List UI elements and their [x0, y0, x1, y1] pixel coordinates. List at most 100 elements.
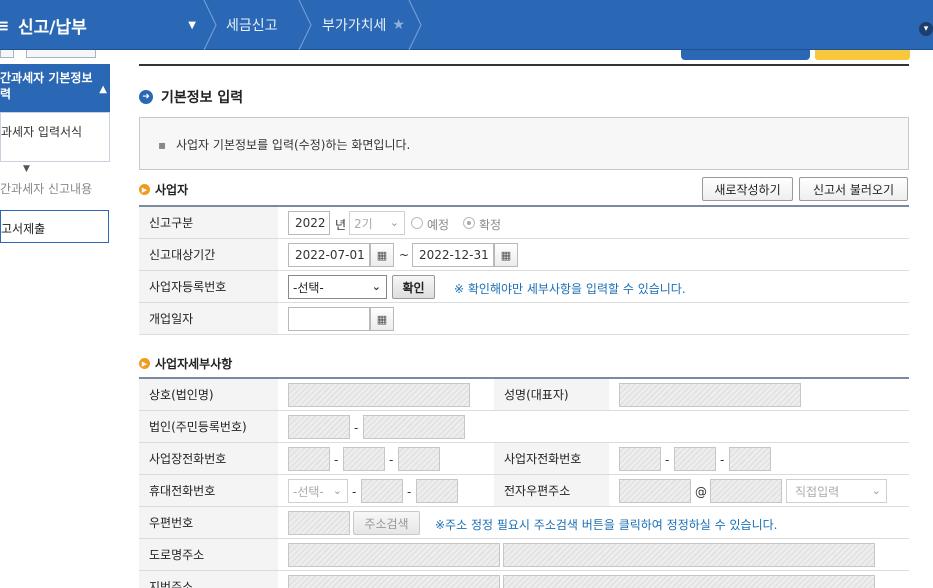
owner-phone-input-3[interactable]: [729, 447, 771, 471]
lot-address-input-1[interactable]: [288, 575, 500, 588]
corp-number-input-2[interactable]: [363, 415, 465, 439]
dash: -: [334, 453, 339, 467]
owner-phone-label: 사업자전화번호: [494, 443, 609, 474]
company-name-input[interactable]: [288, 383, 470, 407]
open-date-label: 개업일자: [139, 303, 278, 334]
biz-phone-input-2[interactable]: [343, 447, 385, 471]
table-row: 휴대전화번호 -선택- ⌄ - - 전자우편주소 @ 직접입력 ⌄: [139, 475, 909, 507]
sidebar-item-basic-info[interactable]: 간과세자 기본정보 력 ▲: [0, 64, 110, 112]
chevron-down-circle-icon[interactable]: ▾: [919, 22, 933, 36]
year-suffix: 년: [335, 218, 347, 232]
details-section-title: ▶ 사업자세부사항: [139, 355, 232, 372]
radio-planned-label: 예정: [427, 218, 450, 232]
dash: -: [407, 485, 412, 499]
breadcrumb-separator-icon: [298, 0, 312, 51]
favorite-star-icon[interactable]: ★: [392, 17, 405, 33]
sidebar-item-submit[interactable]: 고서제출: [0, 210, 109, 243]
load-report-button-label: 신고서 불러오기: [812, 182, 895, 197]
period-select[interactable]: 2기 ⌄: [349, 211, 405, 235]
mobile-input-3[interactable]: [416, 479, 458, 503]
table-row: 사업자등록번호 -선택- ⌄ 확인 ※ 확인해야만 세부사항을 입력할 수 있습…: [139, 271, 909, 303]
lot-address-input-2[interactable]: [503, 575, 875, 588]
details-section-title-text: 사업자세부사항: [155, 357, 233, 371]
mobile-input-2[interactable]: [361, 479, 403, 503]
load-report-button[interactable]: 신고서 불러오기: [799, 177, 908, 201]
email-label: 전자우편주소: [494, 475, 609, 506]
sidebar-item-basic-info-label: 간과세자 기본정보: [0, 71, 93, 85]
table-row: 신고대상기간 2022-07-01 ▦ ~ 2022-12-31 ▦: [139, 239, 909, 271]
open-date-input[interactable]: [288, 307, 370, 331]
breadcrumb-vat[interactable]: 부가가치세 ★: [322, 0, 405, 50]
top-action-button-blue[interactable]: [681, 50, 810, 60]
left-sidebar: 간과세자 기본정보 력 ▲ 과세자 입력서식 ▼ 간과세자 신고내용 고서제출: [0, 50, 110, 588]
radio-planned[interactable]: [411, 217, 423, 229]
owner-phone-input-1[interactable]: [619, 447, 661, 471]
details-table: 상호(법인명) 성명(대표자) 법인(주민등록번호) - 사업장전화번호 - -…: [139, 377, 909, 588]
period-start-input[interactable]: 2022-07-01: [288, 243, 370, 267]
email-local-input[interactable]: [619, 479, 691, 503]
email-domain-select-value: 직접입력: [795, 484, 840, 499]
biz-phone-input-1[interactable]: [288, 447, 330, 471]
table-row: 개업일자 ▦: [139, 303, 909, 335]
calendar-icon[interactable]: ▦: [370, 243, 394, 267]
corp-number-label: 법인(주민등록번호): [139, 411, 278, 442]
company-name-label: 상호(법인명): [139, 379, 278, 410]
road-address-input-2[interactable]: [503, 543, 875, 567]
email-at: @: [695, 485, 707, 499]
reg-number-select[interactable]: -선택- ⌄: [288, 275, 387, 299]
rep-name-input[interactable]: [619, 383, 801, 407]
arrow-down-icon: ▼: [23, 164, 30, 174]
rep-name-label: 성명(대표자): [494, 379, 609, 410]
mobile-prefix-select[interactable]: -선택- ⌄: [288, 479, 348, 503]
sidebar-tab-stub[interactable]: [0, 50, 14, 58]
calendar-icon[interactable]: ▦: [370, 307, 394, 331]
lot-address-label: 지번주소: [139, 571, 278, 588]
orange-arrow-icon: ▶: [139, 358, 150, 369]
hamburger-icon[interactable]: ≡: [0, 16, 10, 35]
table-row: 사업장전화번호 - - 사업자전화번호 - -: [139, 443, 909, 475]
reg-number-note: ※ 확인해야만 세부사항을 입력할 수 있습니다.: [454, 282, 686, 296]
info-box: ▪ 사업자 기본정보를 입력(수정)하는 화면입니다.: [139, 117, 909, 170]
breadcrumb-vat-label: 부가가치세: [322, 18, 387, 34]
sidebar-item-submit-label: 고서제출: [1, 222, 46, 236]
orange-arrow-icon: ▶: [139, 184, 150, 195]
period-select-value: 2기: [354, 216, 373, 231]
caret-down-icon[interactable]: ▼: [188, 20, 196, 31]
sidebar-tab-stub[interactable]: [26, 50, 96, 58]
email-domain-select[interactable]: 직접입력 ⌄: [786, 479, 887, 503]
new-write-button[interactable]: 새로작성하기: [702, 177, 793, 201]
arrow-right-circle-icon: ➜: [139, 90, 153, 104]
year-input[interactable]: 2022: [288, 211, 330, 235]
owner-phone-input-2[interactable]: [674, 447, 716, 471]
reg-number-label: 사업자등록번호: [139, 271, 278, 302]
confirm-button[interactable]: 확인: [392, 275, 435, 299]
sidebar-subitem-input-form[interactable]: 과세자 입력서식: [0, 112, 110, 162]
corp-number-input-1[interactable]: [288, 415, 350, 439]
table-row: 상호(법인명) 성명(대표자): [139, 379, 909, 411]
chevron-down-icon: ⌄: [371, 280, 381, 293]
email-domain-input[interactable]: [710, 479, 782, 503]
chevron-up-icon[interactable]: ▲: [99, 82, 107, 98]
zip-input[interactable]: [288, 511, 350, 535]
sidebar-subitem-input-form-label: 과세자 입력서식: [1, 125, 83, 139]
confirm-button-label: 확인: [402, 280, 425, 295]
breadcrumb-separator-icon: [203, 0, 217, 51]
menu-title[interactable]: ≡ 신고/납부 ▼: [0, 0, 210, 50]
menu-title-text: 신고/납부: [18, 17, 87, 38]
road-address-input-1[interactable]: [288, 543, 500, 567]
table-row: 우편번호 주소검색 ※주소 정정 필요시 주소검색 버튼을 클릭하여 정정하실 …: [139, 507, 909, 539]
sidebar-item-report-content-label: 간과세자 신고내용: [0, 182, 93, 196]
sidebar-item-report-content[interactable]: 간과세자 신고내용: [0, 180, 110, 197]
top-action-button-yellow[interactable]: [815, 50, 910, 60]
biz-phone-label: 사업장전화번호: [139, 443, 278, 474]
zip-search-button-label: 주소검색: [364, 516, 409, 531]
biz-phone-input-3[interactable]: [398, 447, 440, 471]
info-text: 사업자 기본정보를 입력(수정)하는 화면입니다.: [175, 138, 411, 152]
zip-search-button[interactable]: 주소검색: [353, 511, 420, 535]
chevron-down-icon: ⌄: [332, 484, 342, 497]
radio-final[interactable]: [463, 217, 475, 229]
breadcrumb-tax-report[interactable]: 세금신고: [226, 0, 278, 50]
calendar-icon[interactable]: ▦: [494, 243, 518, 267]
zip-label: 우편번호: [139, 507, 278, 538]
period-end-input[interactable]: 2022-12-31: [412, 243, 494, 267]
